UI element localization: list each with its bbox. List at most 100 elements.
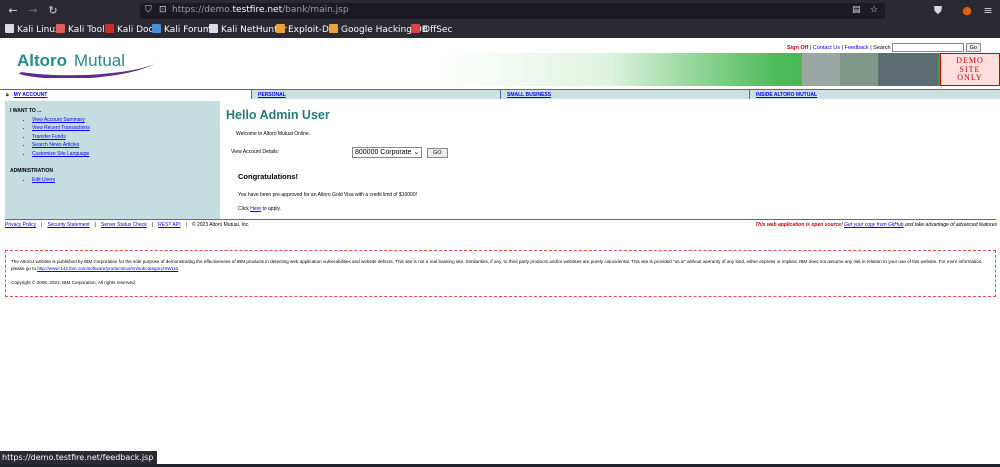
bookmark-star-icon[interactable]: ☆ [870, 5, 878, 15]
separator: | [94, 222, 96, 228]
welcome-text: Welcome to Altoro Mutual Online. [236, 131, 311, 137]
feedback-link[interactable]: Feedback [845, 45, 869, 51]
extension-icon[interactable]: ● [960, 4, 974, 18]
footer-copyright: © 2023 Altoro Mutual, Inc. [191, 222, 250, 228]
github-link[interactable]: Get your copy from GitHub [844, 222, 903, 228]
sidebar-list-actions: View Account Summary View Recent Transac… [10, 116, 220, 158]
view-account-form: View Account Details: 800000 Corporate ⌄… [231, 147, 996, 159]
main-content: Hello Admin User Welcome to Altoro Mutua… [226, 108, 996, 212]
sign-off-link[interactable]: Sign Off [787, 45, 808, 51]
exploit-db-icon [276, 24, 285, 33]
top-links: Sign Off | Contact Us | Feedback | Searc… [787, 43, 981, 52]
disclaimer-period: . [178, 266, 180, 271]
ghdb-icon [329, 24, 338, 33]
view-account-label: View Account Details: [231, 149, 279, 155]
kali-tools-icon [56, 24, 65, 33]
bookmarks-toolbar: Kali Linux Kali Tools Kali Docs Kali For… [0, 21, 1000, 38]
tab-label: PERSONAL [258, 92, 286, 98]
account-select-value: 800000 Corporate [355, 149, 412, 156]
sidebar-item-label[interactable]: Edit Users [32, 177, 55, 183]
browser-toolbar: ← → ↻ ⛉ ⊡ https://demo.testfire.net/bank… [0, 0, 1000, 21]
bookmark-offsec[interactable]: OffSec [411, 24, 452, 35]
preapproved-text: You have been pre-approved for an Altoro… [238, 192, 418, 198]
sidebar-item-label[interactable]: View Recent Transactions [32, 125, 90, 131]
status-bar-url: https://demo.testfire.net/feedback.jsp [0, 451, 158, 464]
bookmark-kali-forums[interactable]: Kali Forums [152, 24, 216, 35]
lock-icon[interactable]: ⊡ [159, 5, 167, 15]
url-bar[interactable]: ⛉ ⊡ https://demo.testfire.net/bank/main.… [140, 3, 885, 19]
back-icon[interactable]: ← [6, 4, 20, 18]
contact-us-link[interactable]: Contact Us [813, 45, 840, 51]
footer-divider [5, 219, 996, 220]
forward-icon[interactable]: → [26, 4, 40, 18]
header-banner: DEMO SITE ONLY [440, 53, 1000, 86]
url-text[interactable]: https://demo.testfire.net/bank/main.jsp [172, 5, 349, 15]
sidebar-item-label[interactable]: Transfer Funds [32, 134, 66, 140]
reader-view-icon[interactable]: ▤ [852, 5, 861, 15]
apply-prefix: Click [238, 206, 251, 212]
sidebar-item-edit-users[interactable]: Edit Users [32, 176, 220, 184]
account-select[interactable]: 800000 Corporate ⌄ [352, 147, 423, 158]
sidebar-item-view-recent-transactions[interactable]: View Recent Transactions [32, 124, 220, 132]
reload-icon[interactable]: ↻ [46, 4, 60, 18]
search-go-button[interactable]: Go [965, 43, 981, 52]
sidebar-item-customize-site-language[interactable]: Customize Site Language [32, 150, 220, 158]
server-status-check-link[interactable]: Server Status Check [101, 222, 147, 228]
footer-links: Privacy Policy | Security Statement | Server… [5, 222, 250, 228]
altoro-mutual-logo[interactable]: Altoro Mutual [15, 48, 165, 78]
apply-here-link[interactable]: Here [250, 206, 261, 212]
sidebar-item-transfer-funds[interactable]: Transfer Funds [32, 133, 220, 141]
congrats-heading: Congratulations! [238, 172, 298, 181]
chevron-down-icon: ⌄ [413, 149, 420, 156]
sidebar-item-label[interactable]: View Account Summary [32, 117, 85, 123]
shield-icon[interactable]: ⛉ [145, 5, 152, 15]
main-nav-tabs: 🔒︎ MY ACCOUNT PERSONAL SMALL BUSINESS INS… [0, 89, 1000, 99]
url-host: testfire.net [232, 5, 283, 15]
apply-suffix: to apply. [261, 206, 281, 212]
sidebar-item-label[interactable]: Customize Site Language [32, 151, 89, 157]
page-title: Hello Admin User [226, 108, 330, 122]
sidebar-heading-i-want-to: I WANT TO ... [10, 108, 42, 114]
logo-text-mutual: Mutual [74, 51, 125, 70]
bookmark-label: OffSec [423, 25, 453, 35]
separator: | [185, 222, 187, 228]
ibm-copyright: Copyright © 2008, 2023, IBM Corporation,… [11, 280, 136, 285]
bookmark-kali-docs[interactable]: Kali Docs [105, 24, 158, 35]
ibm-info-link[interactable]: http://www-142.ibm.com/software/products… [37, 266, 178, 271]
search-input[interactable] [892, 43, 965, 52]
banner-photo-handshake [840, 53, 878, 86]
rest-api-link[interactable]: REST API [158, 222, 180, 228]
tab-my-account[interactable]: 🔒︎ MY ACCOUNT [0, 90, 251, 99]
bookmark-exploit-db[interactable]: Exploit-DB [276, 24, 335, 35]
bookmark-label: Kali Linux [17, 25, 61, 35]
sidebar-list-admin: Edit Users [10, 176, 220, 184]
pocket-icon[interactable]: ⛊ [931, 4, 945, 18]
sidebar-item-search-news-articles[interactable]: Search News Articles [32, 141, 220, 149]
separator: | [41, 222, 43, 228]
separator: | [151, 222, 154, 228]
sidebar-item-view-account-summary[interactable]: View Account Summary [32, 116, 220, 124]
github-suffix: and take advantage of advanced features [903, 222, 997, 228]
tab-label: MY ACCOUNT [13, 92, 48, 98]
sidebar: I WANT TO ... View Account Summary View … [5, 101, 220, 219]
tab-label: INSIDE ALTORO MUTUAL [756, 92, 818, 98]
tab-personal[interactable]: PERSONAL [251, 90, 500, 99]
lock-icon: 🔒︎ [6, 92, 9, 98]
bookmark-kali-tools[interactable]: Kali Tools [56, 24, 109, 35]
disclaimer-text: The AltoroJ website is published by IBM … [11, 258, 990, 272]
kali-forums-icon [152, 24, 161, 33]
privacy-policy-link[interactable]: Privacy Policy [5, 222, 36, 228]
view-account-go-button[interactable]: GO [427, 148, 448, 158]
kali-nethunter-icon [209, 24, 218, 33]
tab-inside-altoro-mutual[interactable]: INSIDE ALTORO MUTUAL [749, 90, 1000, 99]
bookmark-kali-linux[interactable]: Kali Linux [5, 24, 60, 35]
search-label: Search [873, 44, 891, 51]
menu-icon[interactable]: ≡ [981, 4, 995, 18]
open-source-text: This web application is open source! [755, 222, 843, 228]
disclaimer-box: The AltoroJ website is published by IBM … [5, 250, 996, 297]
sidebar-heading-administration: ADMINISTRATION [10, 168, 53, 175]
sidebar-item-label[interactable]: Search News Articles [32, 142, 79, 148]
security-statement-link[interactable]: Security Statement [47, 222, 89, 228]
kali-dragon-icon [5, 24, 14, 33]
tab-small-business[interactable]: SMALL BUSINESS [500, 90, 749, 99]
